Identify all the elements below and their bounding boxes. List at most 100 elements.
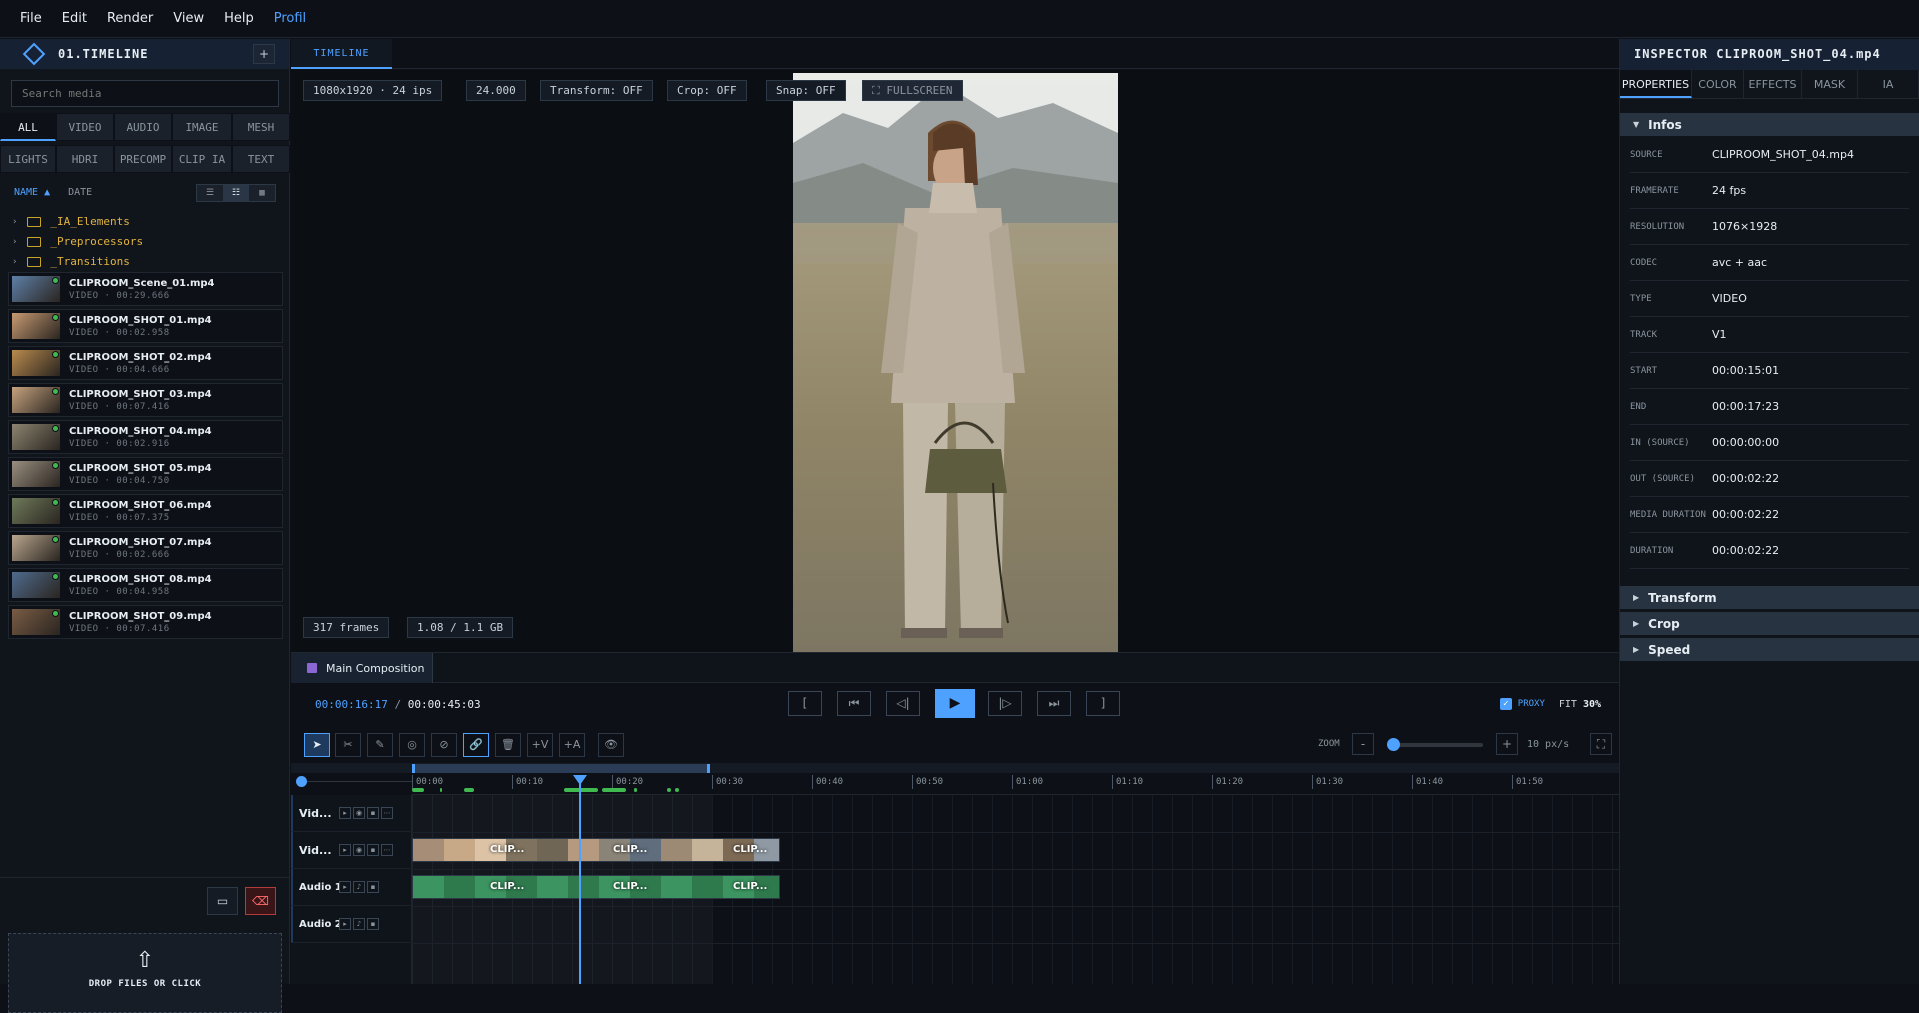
marker[interactable] bbox=[634, 788, 637, 792]
sort-by-name[interactable]: NAME ▲ bbox=[14, 187, 50, 198]
mark-in-button[interactable]: [ bbox=[788, 691, 822, 716]
section-infos[interactable]: ▼ Infos bbox=[1620, 113, 1919, 136]
menu-edit[interactable]: Edit bbox=[62, 11, 87, 26]
menu-file[interactable]: File bbox=[20, 11, 42, 26]
filter-video[interactable]: VIDEO bbox=[56, 113, 114, 141]
property-value[interactable]: 00:00:02:22 bbox=[1712, 544, 1779, 557]
tab-ia[interactable]: IA bbox=[1858, 70, 1919, 98]
media-item[interactable]: CLIPROOM_SHOT_07.mp4 VIDEO · 00:02.666 bbox=[8, 531, 283, 565]
filter-precomp[interactable]: PRECOMP bbox=[114, 145, 172, 173]
marker[interactable] bbox=[675, 788, 679, 792]
playhead[interactable] bbox=[579, 777, 581, 984]
fullscreen-button[interactable]: ⛶ FULLSCREEN bbox=[862, 80, 963, 101]
marker[interactable] bbox=[602, 788, 626, 792]
toggle-icon[interactable]: ▸ bbox=[339, 807, 351, 819]
preview-viewer[interactable]: 1080x1920 · 24 ips 24.000 Transform: OFF… bbox=[291, 70, 1619, 653]
link-tool-icon[interactable]: 🔗 bbox=[463, 733, 489, 757]
section-transform[interactable]: ▶ Transform bbox=[1620, 586, 1919, 609]
video-track-header[interactable]: Vid... ▸ ◉ ▪ ⋯ bbox=[291, 795, 412, 832]
video-track-header[interactable]: Vid... ▸ ◉ ▪ ⋯ bbox=[291, 832, 412, 869]
new-folder-button[interactable]: ▭ bbox=[207, 887, 238, 915]
visibility-icon[interactable]: ◉ bbox=[353, 844, 365, 856]
lock-icon[interactable]: ▪ bbox=[367, 807, 379, 819]
section-speed[interactable]: ▶ Speed bbox=[1620, 638, 1919, 661]
media-search-input[interactable] bbox=[11, 80, 279, 107]
filter-hdri[interactable]: HDRI bbox=[56, 145, 114, 173]
zoom-slider[interactable] bbox=[1386, 738, 1483, 751]
audio-track-header[interactable]: Audio 2 ▸ ♪ ▪ bbox=[291, 906, 412, 943]
section-crop[interactable]: ▶ Crop bbox=[1620, 612, 1919, 635]
marker[interactable] bbox=[667, 788, 671, 792]
drop-zone[interactable]: ⇧ DROP FILES OR CLICK bbox=[8, 933, 282, 1013]
tab-timeline[interactable]: TIMELINE bbox=[291, 39, 392, 69]
property-value[interactable]: 00:00:00:00 bbox=[1712, 436, 1779, 449]
tab-effects[interactable]: EFFECTS bbox=[1744, 70, 1802, 98]
visibility-icon[interactable]: ◉ bbox=[353, 807, 365, 819]
media-item[interactable]: CLIPROOM_SHOT_02.mp4 VIDEO · 00:04.666 bbox=[8, 346, 283, 380]
filter-clip-ia[interactable]: CLIP IA bbox=[172, 145, 232, 173]
media-item[interactable]: CLIPROOM_SHOT_05.mp4 VIDEO · 00:04.750 bbox=[8, 457, 283, 491]
razor-tool-icon[interactable]: ✂ bbox=[335, 733, 361, 757]
fit-value[interactable]: 30% bbox=[1583, 699, 1601, 710]
grid-view-icon[interactable]: ▦ bbox=[249, 185, 275, 201]
property-value[interactable]: 24 fps bbox=[1712, 184, 1746, 197]
crop-toggle[interactable]: Crop: OFF bbox=[667, 80, 747, 101]
add-video-track-button[interactable]: +V bbox=[527, 733, 553, 757]
menu-view[interactable]: View bbox=[173, 11, 204, 26]
filter-image[interactable]: IMAGE bbox=[172, 113, 232, 141]
toggle-icon[interactable]: ▸ bbox=[339, 844, 351, 856]
go-to-end-button[interactable]: ⏭ bbox=[1037, 691, 1071, 716]
filter-lights[interactable]: LIGHTS bbox=[0, 145, 56, 173]
slip-tool-icon[interactable]: ⊘ bbox=[431, 733, 457, 757]
pen-tool-icon[interactable]: ✎ bbox=[367, 733, 393, 757]
zoom-slider-knob[interactable] bbox=[1386, 738, 1400, 751]
trash-icon[interactable]: 🗑 bbox=[495, 733, 521, 757]
filter-mesh[interactable]: MESH bbox=[232, 113, 290, 141]
select-tool-icon[interactable]: ➤ bbox=[304, 733, 330, 757]
menu-profil[interactable]: Profil bbox=[274, 11, 306, 26]
mark-out-button[interactable]: ] bbox=[1086, 691, 1120, 716]
add-audio-track-button[interactable]: +A bbox=[559, 733, 585, 757]
eye-icon[interactable]: 👁 bbox=[598, 733, 624, 757]
mute-icon[interactable]: ▸ bbox=[339, 881, 351, 893]
audio-track-header[interactable]: Audio 1 ▸ ♪ ▪ bbox=[291, 869, 412, 906]
media-item[interactable]: CLIPROOM_SHOT_06.mp4 VIDEO · 00:07.375 bbox=[8, 494, 283, 528]
lock-icon[interactable]: ▪ bbox=[367, 844, 379, 856]
delete-button[interactable]: ⌫ bbox=[245, 887, 276, 915]
step-forward-button[interactable]: |▷ bbox=[988, 691, 1022, 716]
marker[interactable] bbox=[440, 788, 442, 792]
media-item[interactable]: CLIPROOM_SHOT_04.mp4 VIDEO · 00:02.916 bbox=[8, 420, 283, 454]
transform-toggle[interactable]: Transform: OFF bbox=[540, 80, 653, 101]
fit-label[interactable]: FIT bbox=[1559, 699, 1577, 710]
media-item[interactable]: CLIPROOM_SHOT_03.mp4 VIDEO · 00:07.416 bbox=[8, 383, 283, 417]
media-item[interactable]: CLIPROOM_SHOT_01.mp4 VIDEO · 00:02.958 bbox=[8, 309, 283, 343]
play-button[interactable]: ▶ bbox=[935, 689, 975, 718]
track-lanes[interactable]: CLIP... CLIP... CLIP... CLIP... CLIP... CLIP.… bbox=[412, 795, 1619, 984]
solo-icon[interactable]: ♪ bbox=[353, 918, 365, 930]
go-to-start-button[interactable]: ⏮ bbox=[837, 691, 871, 716]
folder-preprocessors[interactable]: › _Preprocessors bbox=[12, 232, 143, 251]
filter-all[interactable]: ALL bbox=[0, 113, 56, 141]
more-icon[interactable]: ⋯ bbox=[381, 844, 393, 856]
work-area-range[interactable] bbox=[412, 764, 710, 773]
property-value[interactable]: avc + aac bbox=[1712, 256, 1767, 269]
media-item[interactable]: CLIPROOM_Scene_01.mp4 VIDEO · 00:29.666 bbox=[8, 272, 283, 306]
property-value[interactable]: 1076×1928 bbox=[1712, 220, 1777, 233]
property-value[interactable]: CLIPROOM_SHOT_04.mp4 bbox=[1712, 148, 1854, 161]
menu-render[interactable]: Render bbox=[107, 11, 153, 26]
ripple-tool-icon[interactable]: ◎ bbox=[399, 733, 425, 757]
property-value[interactable]: 00:00:17:23 bbox=[1712, 400, 1779, 413]
filter-audio[interactable]: AUDIO bbox=[114, 113, 172, 141]
proxy-checkbox[interactable]: ✓ bbox=[1499, 698, 1512, 710]
step-back-button[interactable]: ◁| bbox=[886, 691, 920, 716]
media-item[interactable]: CLIPROOM_SHOT_08.mp4 VIDEO · 00:04.958 bbox=[8, 568, 283, 602]
zoom-in-button[interactable]: + bbox=[1496, 733, 1518, 755]
marker[interactable] bbox=[564, 788, 598, 792]
master-level-knob[interactable] bbox=[296, 776, 307, 787]
property-value[interactable]: 00:00:02:22 bbox=[1712, 472, 1779, 485]
media-item[interactable]: CLIPROOM_SHOT_09.mp4 VIDEO · 00:07.416 bbox=[8, 605, 283, 639]
lock-icon[interactable]: ▪ bbox=[367, 918, 379, 930]
fps-chip[interactable]: 24.000 bbox=[466, 80, 526, 101]
property-value[interactable]: 00:00:15:01 bbox=[1712, 364, 1779, 377]
tab-mask[interactable]: MASK bbox=[1802, 70, 1858, 98]
